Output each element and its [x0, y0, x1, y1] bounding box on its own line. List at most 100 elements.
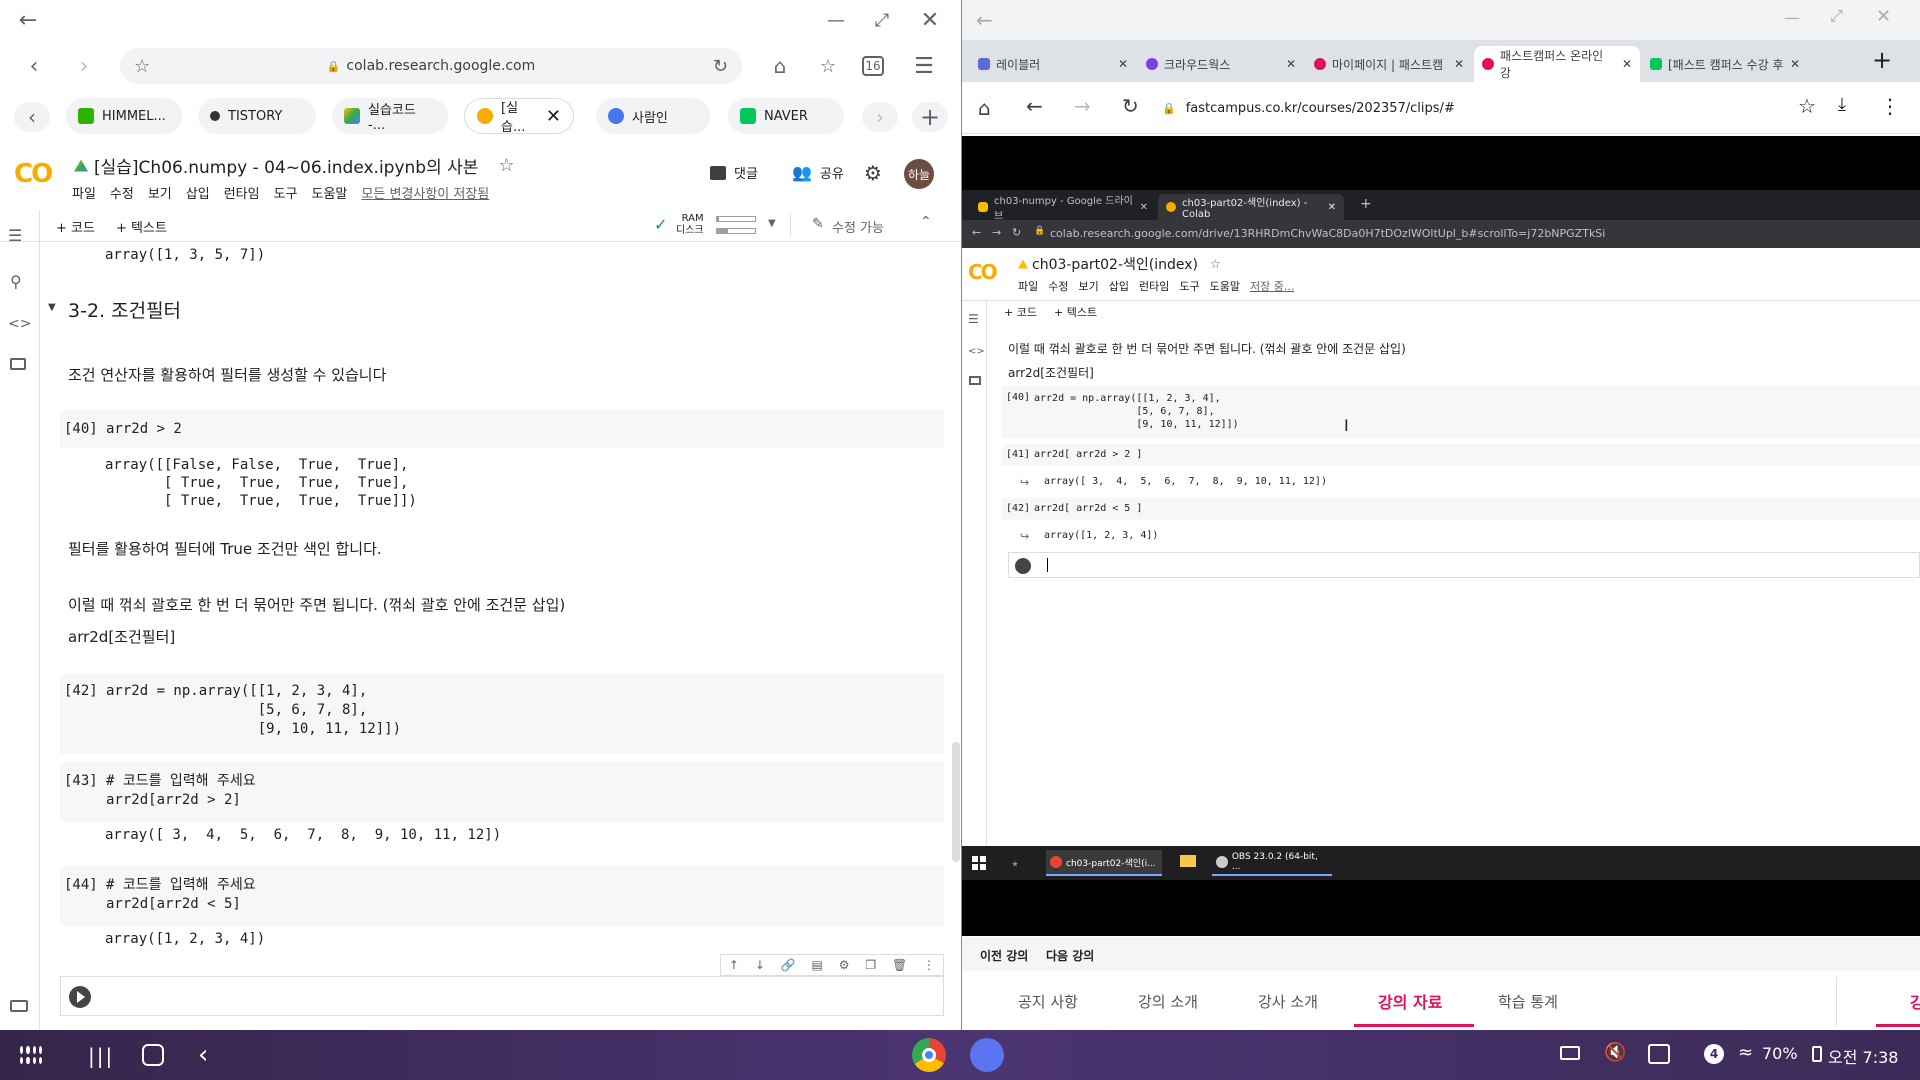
code-cell-44[interactable]: [44] # 코드를 입력해 주세요 arr2d[arr2d < 5]: [60, 866, 944, 926]
prev-lecture-button[interactable]: 이전 강의: [980, 947, 1028, 964]
share-button[interactable]: 👥 공유: [792, 163, 844, 182]
tab-close-icon[interactable]: ✕: [1118, 57, 1128, 71]
keyboard-icon[interactable]: [1560, 1046, 1580, 1060]
home-icon[interactable]: ⌂: [766, 52, 794, 80]
lecture-video-player[interactable]: ch03-numpy - Google 드라이브 ✕ ch03-part02-색인…: [962, 136, 1920, 936]
tab-himmel[interactable]: HIMMEL...: [66, 98, 182, 134]
mute-icon[interactable]: 🔇: [1604, 1042, 1626, 1063]
reload-icon[interactable]: ↻: [713, 56, 728, 77]
star-icon[interactable]: ☆: [498, 155, 514, 176]
bookmark-star-icon[interactable]: ☆: [134, 56, 150, 77]
reload-icon[interactable]: ↻: [1122, 94, 1139, 118]
tab-naver[interactable]: NAVER: [728, 98, 844, 134]
tab-labeler[interactable]: 레이블러 ✕: [970, 46, 1136, 82]
nav-back-icon[interactable]: ‹: [20, 52, 48, 80]
notebook-title[interactable]: [실습]Ch06.numpy - 04~06.index.ipynb의 사본: [94, 153, 478, 178]
code-snippets-icon[interactable]: <>: [8, 316, 31, 332]
tabs-scroll-right-icon[interactable]: ›: [862, 102, 898, 132]
toc-icon[interactable]: ☰: [8, 226, 22, 245]
move-up-icon[interactable]: ↑: [729, 958, 739, 972]
close-icon[interactable]: ✕: [916, 6, 944, 34]
tab-close-icon[interactable]: ✕: [546, 106, 561, 127]
recent-apps-icon[interactable]: |||: [88, 1044, 114, 1068]
code-cell-42[interactable]: [42] arr2d = np.array([[1, 2, 3, 4], [5,…: [60, 674, 944, 754]
tab-cut-off[interactable]: 강: [1910, 989, 1920, 1013]
back-button-icon[interactable]: ‹: [198, 1040, 208, 1070]
resource-indicator[interactable]: RAM 디스크: [676, 213, 704, 237]
tabs-scroll-left-icon[interactable]: ‹: [14, 102, 50, 132]
back-arrow-icon[interactable]: ←: [12, 8, 44, 33]
empty-code-cell[interactable]: [60, 976, 944, 1016]
tab-close-icon[interactable]: ✕: [1790, 57, 1800, 71]
minimize-icon[interactable]: —: [822, 8, 850, 32]
code-cell-43[interactable]: [43] # 코드를 입력해 주세요 arr2d[arr2d > 2]: [60, 762, 944, 822]
tab-colab-active[interactable]: [실습... ✕: [464, 98, 574, 135]
new-tab-icon[interactable]: +: [912, 102, 948, 132]
tab-close-icon[interactable]: ✕: [1286, 57, 1296, 71]
next-lecture-button[interactable]: 다음 강의: [1046, 947, 1094, 964]
download-icon[interactable]: ⤓: [1838, 94, 1846, 115]
move-down-icon[interactable]: ↓: [755, 958, 765, 972]
menu-edit[interactable]: 수정: [110, 183, 134, 202]
mirror-cell-icon[interactable]: ❐: [865, 958, 876, 972]
nav-forward-icon[interactable]: ›: [70, 52, 98, 80]
maximize-icon[interactable]: ⤢: [868, 6, 896, 34]
menu-tools[interactable]: 도구: [274, 183, 298, 202]
section-collapse-icon[interactable]: ▼: [48, 302, 56, 313]
home-button-icon[interactable]: [142, 1044, 164, 1066]
link-icon[interactable]: 🔗: [781, 958, 796, 972]
search-icon[interactable]: ⚲: [10, 272, 22, 291]
cell-code[interactable]: arr2d > 2: [106, 420, 182, 439]
more-vert-icon[interactable]: ⋮: [1880, 94, 1900, 118]
app-drawer-icon[interactable]: [20, 1046, 42, 1064]
samsung-internet-icon[interactable]: [970, 1038, 1004, 1072]
resource-dropdown-icon[interactable]: ▼: [768, 218, 776, 229]
menu-icon[interactable]: ☰: [910, 52, 938, 80]
new-tab-icon[interactable]: +: [1872, 46, 1892, 74]
nav-forward-icon[interactable]: →: [1074, 94, 1091, 118]
tab-mypage[interactable]: 마이페이지 | 패스트캠 ✕: [1306, 46, 1472, 82]
more-vert-icon[interactable]: ⋮: [923, 958, 935, 972]
close-icon[interactable]: ✕: [1876, 6, 1891, 27]
tab-materials-active[interactable]: 강의 자료: [1378, 989, 1442, 1013]
cell-settings-icon[interactable]: ⚙: [839, 958, 850, 972]
minimize-icon[interactable]: —: [1784, 8, 1800, 27]
collapse-header-icon[interactable]: ⌃: [920, 214, 932, 230]
tab-notice[interactable]: 공지 사항: [1018, 991, 1078, 1012]
terminal-icon[interactable]: [10, 1000, 28, 1012]
tab-close-icon[interactable]: ✕: [1454, 57, 1464, 71]
tab-crowdworks[interactable]: 크라우드웍스 ✕: [1138, 46, 1304, 82]
tab-instructor[interactable]: 강사 소개: [1258, 991, 1318, 1012]
chrome-app-icon[interactable]: [912, 1038, 946, 1072]
comment-cell-icon[interactable]: ▤: [812, 958, 823, 972]
url-field[interactable]: 🔒 fastcampus.co.kr/courses/202357/clips/…: [1162, 92, 1752, 124]
menu-insert[interactable]: 삽입: [186, 183, 210, 202]
delete-icon[interactable]: 🗑: [892, 958, 907, 972]
bookmark-star-icon[interactable]: ☆: [1798, 94, 1816, 118]
nav-back-icon[interactable]: ←: [1026, 94, 1043, 118]
menu-view[interactable]: 보기: [148, 183, 172, 202]
favorites-icon[interactable]: ☆: [814, 52, 842, 80]
add-code-button[interactable]: + 코드: [56, 217, 95, 236]
avatar[interactable]: 하늘: [904, 159, 934, 189]
comment-button[interactable]: 댓글: [710, 163, 758, 182]
home-icon[interactable]: ⌂: [978, 96, 991, 120]
tab-drive[interactable]: 실습코드 -...: [332, 98, 448, 134]
cell-code[interactable]: # 코드를 입력해 주세요 arr2d[arr2d > 2]: [106, 772, 256, 810]
screenshot-icon[interactable]: [1648, 1044, 1670, 1064]
saved-status[interactable]: 모든 변경사항이 저장됨: [361, 183, 489, 202]
folder-icon[interactable]: [10, 358, 26, 370]
cell-code[interactable]: arr2d = np.array([[1, 2, 3, 4], [5, 6, 7…: [106, 682, 401, 739]
tab-review[interactable]: [패스트 캠퍼스 수강 후 ✕: [1642, 46, 1808, 82]
notification-badge[interactable]: 4: [1704, 1044, 1724, 1064]
menu-file[interactable]: 파일: [72, 183, 96, 202]
tab-stats[interactable]: 학습 통계: [1498, 991, 1558, 1012]
back-arrow-icon[interactable]: ←: [976, 8, 993, 32]
tab-saramin[interactable]: 사람인: [596, 98, 710, 134]
tab-close-icon[interactable]: ✕: [1622, 57, 1632, 71]
maximize-icon[interactable]: ⤢: [1830, 6, 1843, 26]
cell-code[interactable]: # 코드를 입력해 주세요 arr2d[arr2d < 5]: [106, 876, 256, 914]
tab-count-icon[interactable]: 16: [862, 56, 884, 76]
settings-gear-icon[interactable]: ⚙: [864, 161, 882, 185]
menu-help[interactable]: 도움말: [312, 183, 348, 202]
